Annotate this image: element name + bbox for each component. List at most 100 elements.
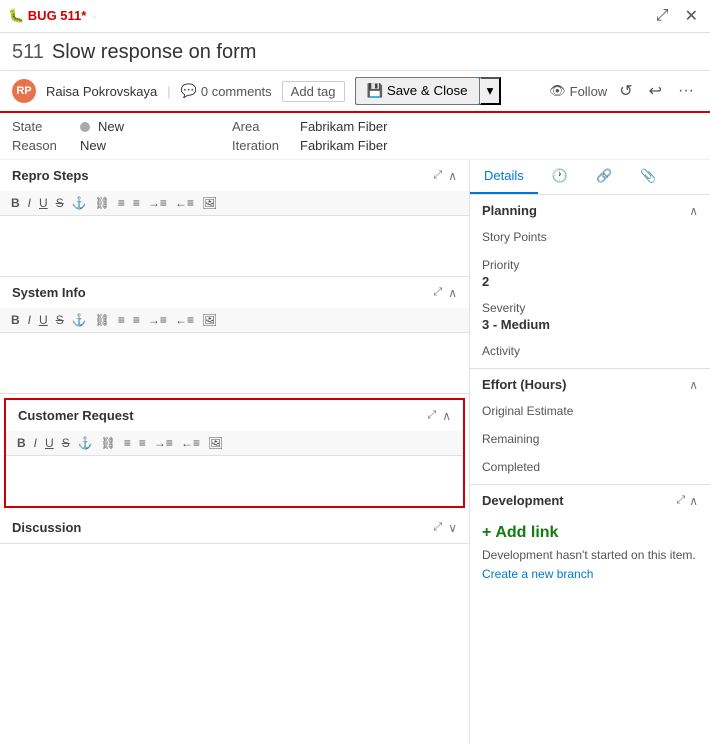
si-unlink-button[interactable]: ⛓ [92,312,113,328]
system-info-editor[interactable] [0,333,469,393]
save-close-button[interactable]: 💾 Save & Close [355,77,480,105]
iteration-value[interactable]: Fabrikam Fiber [300,138,387,153]
reason-value[interactable]: New [80,138,106,153]
severity-field: Severity 3 - Medium [470,297,710,340]
iteration-item: Iteration Fabrikam Fiber [232,138,432,153]
planning-collapse-icon[interactable]: ∧ [689,204,698,218]
effort-collapse-icon[interactable]: ∧ [689,378,698,392]
link-button[interactable]: ⚓ [69,195,90,211]
toolbar: RP Raisa Pokrovskaya | 💬 0 comments Add … [0,71,710,113]
customer-request-header[interactable]: Customer Request ⤢ ∧ [6,400,463,431]
discussion-controls: ⤢ ∨ [433,521,457,535]
development-body: + Add link Development hasn't started on… [470,516,710,589]
repro-steps-controls: ⤢ ∧ [433,169,457,183]
priority-value[interactable]: 2 [482,274,698,289]
cr-link-button[interactable]: ⚓ [75,435,96,451]
dev-collapse-icon[interactable]: ∧ [689,494,698,508]
si-ordered-list-button[interactable]: ≡ [130,312,143,328]
planning-section: Planning ∧ Story Points Priority 2 Sever… [470,195,710,368]
outdent-button[interactable]: ←≡ [172,195,197,211]
disc-collapse-icon[interactable]: ∨ [448,521,457,535]
original-estimate-field: Original Estimate [470,400,710,428]
unlink-button[interactable]: ⛓ [92,195,113,211]
severity-value[interactable]: 3 - Medium [482,317,698,332]
cr-underline-button[interactable]: U [42,435,57,451]
discussion-header[interactable]: Discussion ⤢ ∨ [0,512,469,543]
add-tag-button[interactable]: Add tag [282,81,345,102]
add-link-button[interactable]: + Add link [482,524,698,542]
system-info-collapse-icon[interactable]: ∧ [448,286,457,300]
save-close-dropdown[interactable]: ▾ [480,77,502,105]
tab-history[interactable]: 🕐 [538,160,582,194]
bold-button[interactable]: B [8,195,23,211]
comment-count: 0 comments [201,84,272,99]
effort-header[interactable]: Effort (Hours) ∧ [470,369,710,400]
cr-bold-button[interactable]: B [14,435,29,451]
priority-field: Priority 2 [470,254,710,297]
indent-button[interactable]: →≡ [145,195,170,211]
si-image-button[interactable]: 🖼 [199,312,220,328]
tab-links[interactable]: 🔗 [582,160,626,194]
undo-button[interactable]: ↩ [645,79,666,103]
si-outdent-button[interactable]: ←≡ [172,312,197,328]
customer-request-title: Customer Request [18,408,134,423]
system-info-editor-toolbar: B I U S ⚓ ⛓ ≡ ≡ →≡ ←≡ 🖼 [0,308,469,333]
repro-steps-editor[interactable] [0,216,469,276]
cr-collapse-icon[interactable]: ∧ [442,409,451,423]
repro-steps-section: Repro Steps ⤢ ∧ B I U S ⚓ ⛓ ≡ ≡ →≡ ←≡ 🖼 [0,160,469,277]
tab-attachments[interactable]: 📎 [626,160,670,194]
follow-label: Follow [570,84,608,99]
list-button[interactable]: ≡ [115,195,128,211]
si-strikethrough-button[interactable]: S [53,312,67,328]
follow-button[interactable]: 👁 Follow [549,83,607,99]
si-list-button[interactable]: ≡ [115,312,128,328]
refresh-button[interactable]: ↺ [615,79,636,103]
title-bar-left: 🐛 BUG 511* · [8,8,97,24]
strikethrough-button[interactable]: S [53,195,67,211]
discussion-section: Discussion ⤢ ∨ [0,512,469,544]
image-button[interactable]: 🖼 [199,195,220,211]
cr-list-button[interactable]: ≡ [121,435,134,451]
repro-steps-header[interactable]: Repro Steps ⤢ ∧ [0,160,469,191]
si-italic-button[interactable]: I [25,312,34,328]
cr-image-button[interactable]: 🖼 [205,435,226,451]
collapse-icon[interactable]: ∧ [448,169,457,183]
system-info-header[interactable]: System Info ⤢ ∧ [0,277,469,308]
expand-icon: ⤢ [433,169,442,182]
customer-request-editor[interactable] [6,456,463,506]
more-button[interactable]: ··· [674,80,698,102]
close-button[interactable]: ✕ [681,4,702,28]
tab-details[interactable]: Details [470,160,538,194]
si-underline-button[interactable]: U [36,312,51,328]
cr-indent-button[interactable]: →≡ [151,435,176,451]
system-info-section: System Info ⤢ ∧ B I U S ⚓ ⛓ ≡ ≡ →≡ ←≡ 🖼 [0,277,469,394]
meta-col-left: State New Reason New [12,119,212,153]
area-value[interactable]: Fabrikam Fiber [300,119,387,134]
cr-expand-icon: ⤢ [427,409,436,422]
remaining-field: Remaining [470,428,710,456]
right-panel: Details 🕐 🔗 📎 Planning ∧ Story Points Pr… [470,160,710,744]
si-indent-button[interactable]: →≡ [145,312,170,328]
avatar: RP [12,79,36,103]
italic-button[interactable]: I [25,195,34,211]
ordered-list-button[interactable]: ≡ [130,195,143,211]
cr-italic-button[interactable]: I [31,435,40,451]
comments-button[interactable]: 💬 0 comments [181,83,272,99]
state-value[interactable]: New [98,119,124,134]
add-link-icon: + [482,524,491,542]
remaining-label: Remaining [482,432,698,446]
si-bold-button[interactable]: B [8,312,23,328]
si-link-button[interactable]: ⚓ [69,312,90,328]
cr-strikethrough-button[interactable]: S [59,435,73,451]
tab-details-label: Details [484,168,524,183]
right-tabs: Details 🕐 🔗 📎 [470,160,710,195]
expand-button[interactable]: ⤢ [652,5,673,27]
development-header[interactable]: Development ⤢ ∧ [470,485,710,516]
cr-outdent-button[interactable]: ←≡ [178,435,203,451]
create-branch-link[interactable]: Create a new branch [482,567,593,581]
cr-ordered-list-button[interactable]: ≡ [136,435,149,451]
underline-button[interactable]: U [36,195,51,211]
system-info-expand-icon: ⤢ [433,286,442,299]
planning-header[interactable]: Planning ∧ [470,195,710,226]
cr-unlink-button[interactable]: ⛓ [98,435,119,451]
